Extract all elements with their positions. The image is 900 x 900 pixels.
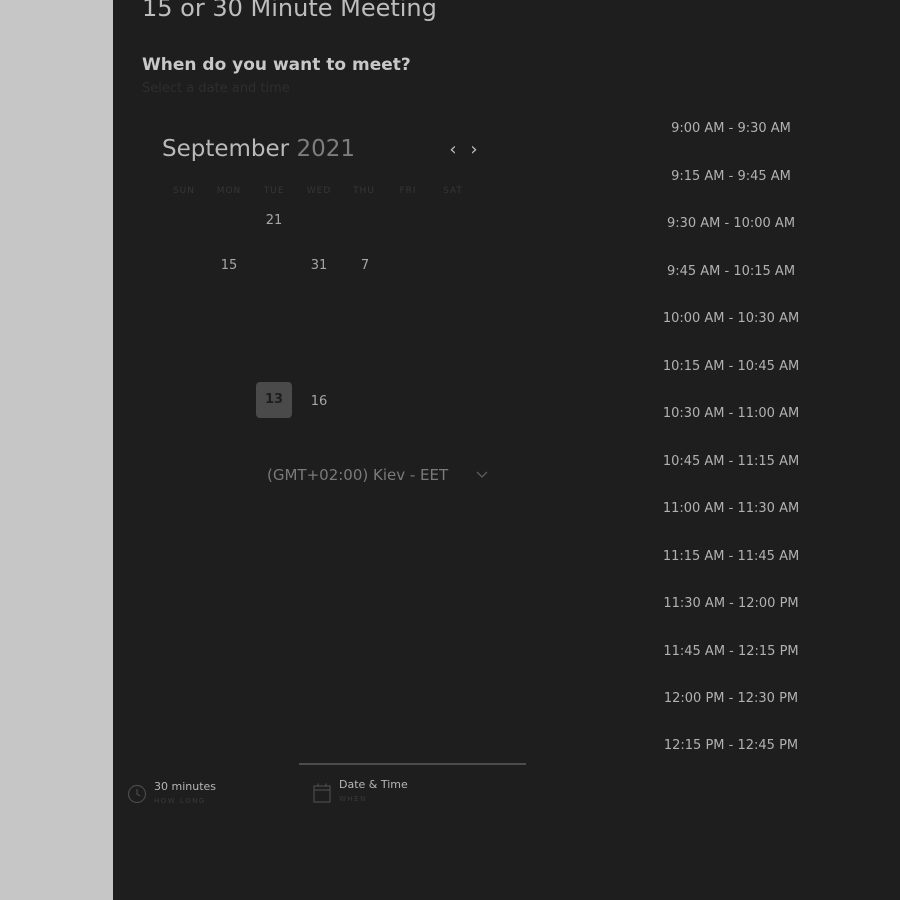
calendar-day[interactable]: 16 (301, 384, 337, 420)
page-title: 15 or 30 Minute Meeting (142, 0, 437, 22)
time-slot[interactable]: 10:15 AM - 10:45 AM (646, 359, 816, 374)
chevron-right-icon: › (470, 139, 478, 160)
month-name: September (162, 136, 290, 162)
time-slot[interactable]: 9:15 AM - 9:45 AM (646, 169, 816, 184)
weekday-tue: TUE (263, 186, 285, 196)
section-hint: Select a date and time (142, 81, 290, 96)
active-step-indicator (299, 763, 526, 765)
step-duration-label[interactable]: 30 minutes (154, 780, 216, 793)
weekday-mon: MON (216, 186, 242, 196)
calendar-day[interactable]: 31 (301, 248, 337, 284)
section-heading: When do you want to meet? (142, 55, 411, 75)
time-slot[interactable]: 9:30 AM - 10:00 AM (646, 216, 816, 231)
calendar-day-selected[interactable]: 13 (256, 382, 292, 418)
calendar-day[interactable]: 21 (256, 203, 292, 239)
time-slot[interactable]: 9:00 AM - 9:30 AM (646, 121, 816, 136)
calendar-icon (312, 782, 332, 803)
time-slot[interactable]: 11:00 AM - 11:30 AM (646, 501, 816, 516)
weekday-sat: SAT (443, 186, 463, 196)
step-datetime-sub: WHEN (339, 795, 367, 803)
timezone-select[interactable]: (GMT+02:00) Kiev - EET (267, 466, 448, 484)
chevron-down-icon[interactable] (474, 466, 490, 484)
time-slot[interactable]: 11:45 AM - 12:15 PM (646, 644, 816, 659)
prev-month-button[interactable]: ‹ (444, 139, 462, 161)
time-slot[interactable]: 10:45 AM - 11:15 AM (646, 454, 816, 469)
weekday-thu: THU (353, 186, 375, 196)
step-datetime-label[interactable]: Date & Time (339, 778, 408, 791)
clock-icon (127, 784, 147, 804)
calendar-day[interactable]: 7 (347, 248, 383, 284)
time-slot[interactable]: 11:30 AM - 12:00 PM (646, 596, 816, 611)
time-slot[interactable]: 12:00 PM - 12:30 PM (646, 691, 816, 706)
time-slot[interactable]: 12:15 PM - 12:45 PM (646, 738, 816, 753)
calendar-day[interactable]: 15 (211, 248, 247, 284)
time-slot[interactable]: 11:15 AM - 11:45 AM (646, 549, 816, 564)
next-month-button[interactable]: › (465, 139, 483, 161)
year-label: 2021 (296, 136, 355, 162)
time-slot[interactable]: 9:45 AM - 10:15 AM (646, 264, 816, 279)
time-slot[interactable]: 10:00 AM - 10:30 AM (646, 311, 816, 326)
chevron-left-icon: ‹ (449, 139, 457, 160)
time-slot[interactable]: 10:30 AM - 11:00 AM (646, 406, 816, 421)
weekday-fri: FRI (399, 186, 417, 196)
weekday-wed: WED (306, 186, 332, 196)
step-duration-sub: HOW LONG (154, 797, 206, 805)
weekday-sun: SUN (172, 186, 196, 196)
calendar-month-label: September 2021 (162, 136, 355, 162)
